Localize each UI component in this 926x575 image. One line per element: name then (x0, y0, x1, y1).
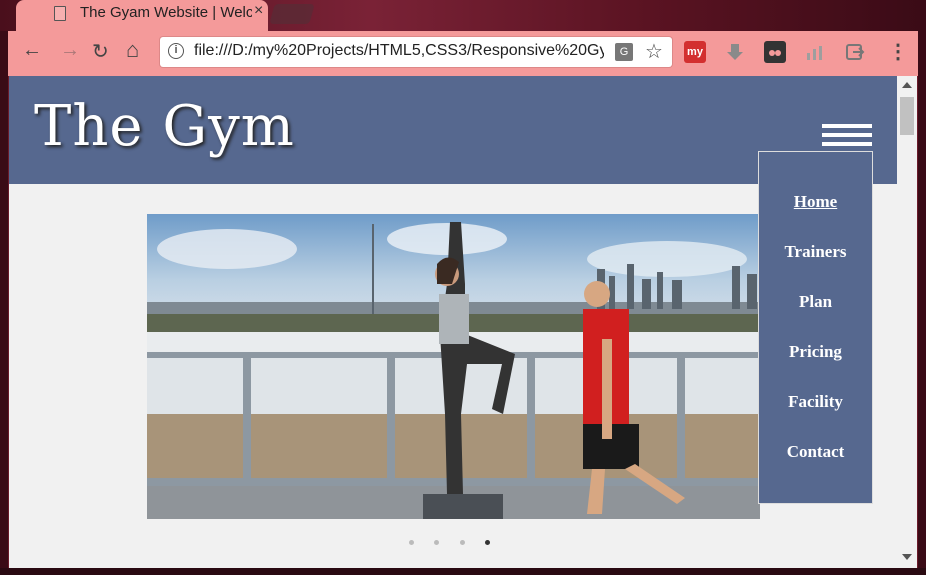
nav-facility[interactable]: Facility (759, 392, 872, 412)
browser-toolbar: ← → ↻ ⌂ i file:///D:/my%20Projects/HTML5… (8, 31, 918, 76)
site-info-icon[interactable]: i (168, 43, 184, 59)
hamburger-menu-icon[interactable] (822, 124, 872, 148)
tab-title: The Gyam Website | Welcome (80, 4, 252, 21)
nav-plan[interactable]: Plan (759, 292, 872, 312)
document-icon (54, 6, 66, 21)
extension-rect-icon[interactable] (764, 41, 786, 63)
browser-tab-active[interactable]: The Gyam Website | Welcome × (16, 0, 268, 31)
back-icon[interactable]: ← (22, 39, 42, 62)
url-text[interactable]: file:///D:/my%20Projects/HTML5,CSS3/Resp… (194, 42, 604, 60)
nav-trainers[interactable]: Trainers (759, 242, 872, 262)
window-frame-bottom (0, 568, 926, 575)
browser-menu-icon[interactable]: ⋮ (888, 39, 908, 64)
home-icon[interactable]: ⌂ (126, 37, 139, 63)
site-logo[interactable]: The Gym (34, 94, 295, 159)
scroll-down-icon[interactable] (902, 554, 912, 560)
slider-dot-4[interactable] (485, 540, 490, 545)
reload-icon[interactable]: ↻ (92, 39, 109, 64)
window-frame-left (0, 31, 8, 571)
page-viewport: The Gym Home Trainers Plan Pricing Facil… (9, 76, 917, 568)
scroll-up-icon[interactable] (902, 82, 912, 88)
vertical-scrollbar[interactable] (897, 76, 917, 568)
forward-icon[interactable]: → (60, 39, 80, 62)
nav-contact[interactable]: Contact (759, 442, 872, 462)
new-tab-button[interactable] (269, 4, 315, 24)
slider-dot-1[interactable] (409, 540, 414, 545)
scrollbar-thumb[interactable] (900, 97, 914, 135)
slider-dot-2[interactable] (434, 540, 439, 545)
extension-download-icon[interactable] (724, 41, 746, 63)
extension-chart-icon[interactable] (804, 41, 826, 63)
hero-slide-image (147, 214, 760, 519)
bookmark-star-icon[interactable]: ☆ (645, 39, 663, 64)
nav-dropdown-menu: Home Trainers Plan Pricing Facility Cont… (758, 151, 873, 504)
translate-icon[interactable]: G (615, 43, 633, 61)
nav-pricing[interactable]: Pricing (759, 342, 872, 362)
extension-my-icon[interactable]: my (684, 41, 706, 63)
close-tab-icon[interactable]: × (254, 2, 263, 20)
nav-home[interactable]: Home (759, 192, 872, 212)
slider-dot-3[interactable] (460, 540, 465, 545)
window-frame-right (918, 31, 926, 571)
address-bar[interactable]: i file:///D:/my%20Projects/HTML5,CSS3/Re… (160, 37, 672, 67)
extension-share-icon[interactable] (844, 41, 866, 63)
